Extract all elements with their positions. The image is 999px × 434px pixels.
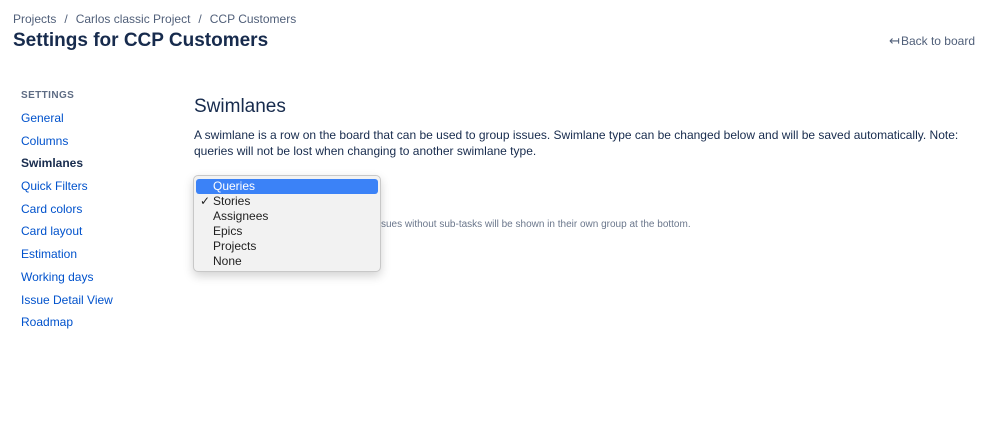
option-stories[interactable]: ✓ Stories — [196, 194, 378, 209]
back-to-board-label: Back to board — [900, 34, 975, 48]
breadcrumb-project[interactable]: Carlos classic Project — [76, 12, 191, 26]
section-title: Swimlanes — [194, 96, 286, 117]
sidebar-item-card-colors[interactable]: Card colors — [21, 202, 113, 225]
sidebar-item-working-days[interactable]: Working days — [21, 270, 113, 293]
sidebar-heading: SETTINGS — [21, 90, 75, 101]
option-label: Epics — [213, 224, 243, 239]
sidebar-item-issue-detail-view[interactable]: Issue Detail View — [21, 293, 113, 316]
sidebar-item-swimlanes[interactable]: Swimlanes — [21, 156, 113, 179]
section-description: A swimlane is a row on the board that ca… — [194, 128, 959, 158]
swimlane-type-dropdown: Queries ✓ Stories Assignees Epics Projec… — [193, 175, 381, 272]
option-none[interactable]: None — [196, 254, 378, 269]
back-to-board-link[interactable]: ↤ Back to board — [889, 33, 975, 49]
swimlanes-section: Swimlanes A swimlane is a row on the boa… — [194, 96, 979, 171]
breadcrumb-separator: / — [198, 12, 202, 26]
breadcrumb: Projects / Carlos classic Project / CCP … — [13, 12, 296, 26]
checkmark-icon: ✓ — [200, 194, 211, 209]
swimlane-helper-text: sues without sub-tasks will be shown in … — [381, 219, 691, 230]
breadcrumb-separator: / — [64, 12, 68, 26]
sidebar-item-quick-filters[interactable]: Quick Filters — [21, 179, 113, 202]
sidebar-item-estimation[interactable]: Estimation — [21, 247, 113, 270]
option-label: None — [213, 254, 242, 269]
option-projects[interactable]: Projects — [196, 239, 378, 254]
option-assignees[interactable]: Assignees — [196, 209, 378, 224]
sidebar-item-columns[interactable]: Columns — [21, 134, 113, 157]
breadcrumb-projects[interactable]: Projects — [13, 12, 56, 26]
sidebar-item-general[interactable]: General — [21, 111, 113, 134]
option-queries[interactable]: Queries — [196, 179, 378, 195]
option-label: Stories — [213, 194, 251, 209]
sidebar-item-roadmap[interactable]: Roadmap — [21, 315, 113, 338]
option-label: Queries — [213, 179, 256, 193]
page-title: Settings for CCP Customers — [13, 30, 269, 51]
breadcrumb-board[interactable]: CCP Customers — [210, 12, 296, 26]
arrow-left-icon: ↤ — [889, 33, 900, 48]
settings-sidebar: SETTINGS General Columns Swimlanes Quick… — [21, 90, 113, 338]
option-epics[interactable]: Epics — [196, 224, 378, 239]
sidebar-item-card-layout[interactable]: Card layout — [21, 224, 113, 247]
option-label: Assignees — [213, 209, 269, 224]
option-label: Projects — [213, 239, 257, 254]
